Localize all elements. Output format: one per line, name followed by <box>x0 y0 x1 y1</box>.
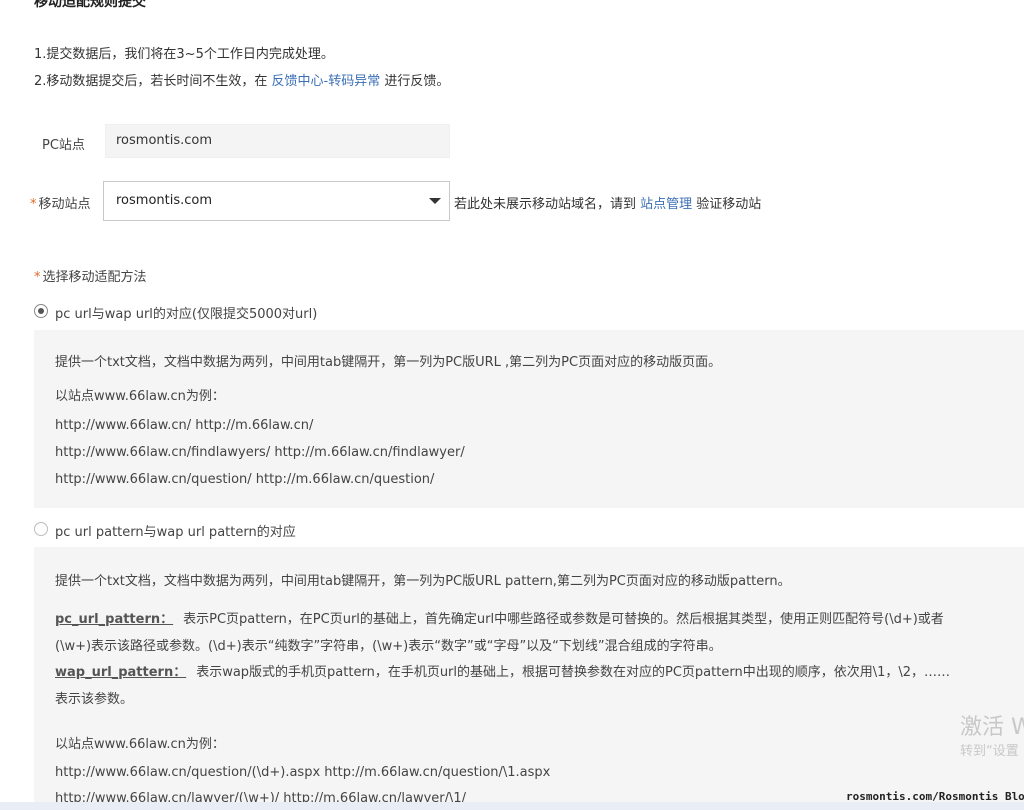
wap-url-pattern-text: 表示wap版式的手机页pattern，在手机页url的基础上，根据可替换参数在对… <box>196 665 951 680</box>
option-url-pattern-panel: 提供一个txt文档，文档中数据为两列，中间用tab键隔开，第一列为PC版URL … <box>34 547 1024 810</box>
mobile-site-select[interactable]: rosmontis.com <box>103 181 450 221</box>
option-url-pairs-example-title: 以站点www.66law.cn为例： <box>55 389 225 404</box>
notice-2: 2.移动数据提交后，若长时间不生效，在 反馈中心-转码异常 进行反馈。 <box>34 70 449 89</box>
example-line: http://www.66law.cn/question/ http://m.6… <box>55 472 435 487</box>
mobile-site-hint-before: 若此处未展示移动站域名，请到 <box>454 197 641 212</box>
blog-credit: rosmontis.com/Rosmontis Blog <box>846 790 1024 803</box>
site-management-link[interactable]: 站点管理 <box>640 197 692 212</box>
example-line: http://www.66law.cn/findlawyers/ http://… <box>55 445 465 460</box>
pc-url-pattern-text-cont: (\w+)表示该路径或参数。(\d+)表示“纯数字”字符串，(\w+)表示“数字… <box>55 639 722 654</box>
section-title: 移动适配规则提交 <box>34 0 146 10</box>
radio-option-url-pattern[interactable] <box>34 522 48 536</box>
pc-url-pattern-text: 表示PC页pattern，在PC页url的基础上，首先确定url中哪些路径或参数… <box>183 612 944 627</box>
caret-down-icon <box>429 198 441 204</box>
option-url-pairs-panel: 提供一个txt文档，文档中数据为两列，中间用tab键隔开，第一列为PC版URL … <box>34 330 1024 508</box>
pc-url-pattern-row: pc_url_pattern： 表示PC页pattern，在PC页url的基础上，… <box>55 608 944 627</box>
feedback-center-link[interactable]: 反馈中心-转码异常 <box>272 74 381 89</box>
required-mark: * <box>34 270 41 285</box>
option-url-pattern-label[interactable]: pc url pattern与wap url pattern的对应 <box>55 521 296 540</box>
notice-2-before: 2.移动数据提交后，若长时间不生效，在 <box>34 74 272 89</box>
mobile-site-hint: 若此处未展示移动站域名，请到 站点管理 验证移动站 <box>454 193 761 212</box>
method-label: * 选择移动适配方法 <box>34 266 147 285</box>
wap-url-pattern-row: wap_url_pattern： 表示wap版式的手机页pattern，在手机页u… <box>55 661 950 680</box>
mobile-site-label-text: 移动站点 <box>38 197 91 212</box>
option-url-pattern-desc: 提供一个txt文档，文档中数据为两列，中间用tab键隔开，第一列为PC版URL … <box>55 574 791 589</box>
pc-site-label: PC站点 <box>42 138 85 153</box>
option-url-pattern-example-title: 以站点www.66law.cn为例： <box>55 737 225 752</box>
notice-1: 1.提交数据后，我们将在3~5个工作日内完成处理。 <box>34 47 334 62</box>
mobile-site-hint-after: 验证移动站 <box>692 197 762 212</box>
mobile-site-label: * 移动站点 <box>30 193 91 212</box>
method-label-text: 选择移动适配方法 <box>42 270 147 285</box>
pc-url-pattern-keyword: pc_url_pattern： <box>55 612 174 627</box>
example-line: http://www.66law.cn/ http://m.66law.cn/ <box>55 418 314 433</box>
radio-option-url-pairs[interactable] <box>34 304 48 318</box>
wap-url-pattern-text-cont: 表示该参数。 <box>55 692 134 707</box>
option-url-pairs-desc: 提供一个txt文档，文档中数据为两列，中间用tab键隔开，第一列为PC版URL … <box>55 355 722 370</box>
wap-url-pattern-keyword: wap_url_pattern： <box>55 665 187 680</box>
taskbar-strip <box>0 802 1024 810</box>
notice-2-after: 进行反馈。 <box>380 74 450 89</box>
mobile-site-selected-value: rosmontis.com <box>116 193 213 208</box>
pc-site-field: rosmontis.com <box>105 124 450 158</box>
option-url-pairs-label[interactable]: pc url与wap url的对应(仅限提交5000对url) <box>55 303 317 322</box>
activation-watermark-sub: 转到“设置 <box>960 744 1019 759</box>
activation-watermark: 激活 W <box>960 715 1024 740</box>
required-mark: * <box>30 197 37 212</box>
example-line: http://www.66law.cn/question/(\d+).aspx … <box>55 765 551 780</box>
